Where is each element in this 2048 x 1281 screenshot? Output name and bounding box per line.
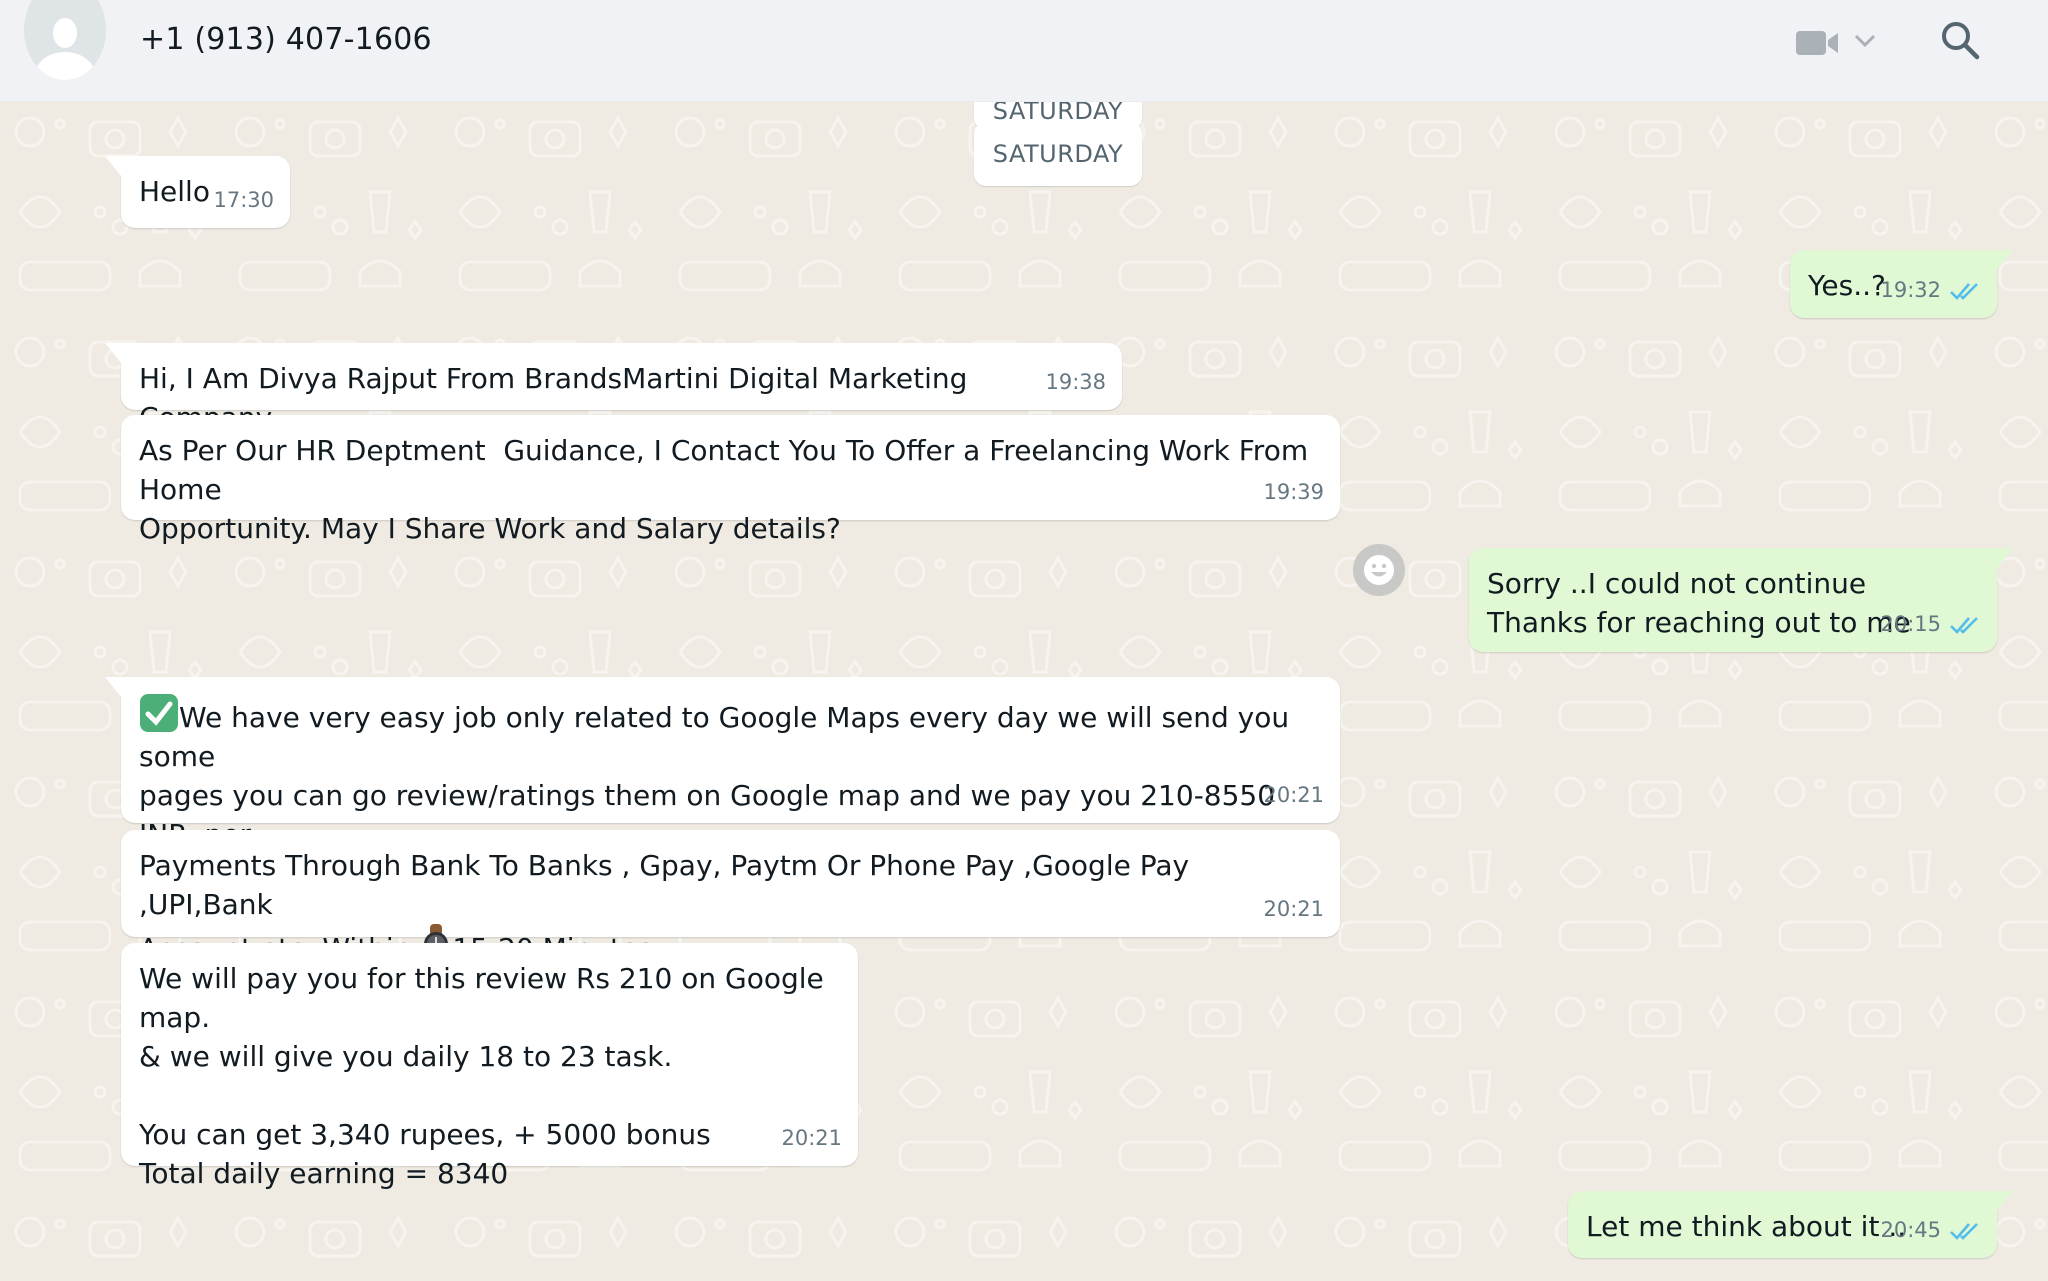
bubble-tail [1997, 250, 2013, 270]
chat-message-area[interactable]: SATURDAY SATURDAY Hello 17:30 Yes..? 19:… [0, 102, 2048, 1281]
message-time: 19:32 [1880, 278, 1941, 302]
message-text: Hello [139, 175, 210, 208]
emoji-smiley-icon [1364, 555, 1394, 585]
bubble-tail [1997, 1191, 2013, 1211]
double-check-read-icon [1950, 616, 1978, 634]
incoming-message[interactable]: Hi, I Am Divya Rajput From BrandsMartini… [105, 343, 1122, 434]
bubble-tail [105, 156, 121, 176]
message-time: 20:45 [1880, 1218, 1941, 1242]
contact-name[interactable]: +1 (913) 407-1606 [140, 22, 432, 57]
incoming-message[interactable]: We will pay you for this review Rs 210 o… [121, 943, 858, 1190]
double-check-read-icon [1950, 282, 1978, 300]
incoming-message[interactable]: Hello 17:30 [105, 156, 290, 228]
check-mark-button-icon [140, 694, 178, 732]
message-time: 20:15 [1880, 612, 1941, 636]
chat-header: +1 (913) 407-1606 [0, 0, 2048, 102]
react-emoji-button[interactable] [1353, 544, 1405, 596]
outgoing-message[interactable]: Yes..? 19:32 [1790, 250, 2013, 318]
message-time: 20:21 [1263, 783, 1324, 807]
incoming-message[interactable]: Payments Through Bank To Banks , Gpay, P… [121, 830, 1340, 965]
incoming-message[interactable]: We have very easy job only related to Go… [105, 677, 1340, 890]
message-text: Sorry ..I could not continue Thanks for … [1487, 567, 1911, 639]
message-time: 19:38 [1045, 370, 1106, 394]
message-time: 20:21 [781, 1126, 842, 1150]
video-call-button[interactable] [1796, 26, 1876, 56]
message-text: Yes..? [1808, 269, 1886, 302]
message-time: 17:30 [213, 188, 274, 212]
outgoing-message[interactable]: Let me think about it .. 20:45 [1568, 1191, 2013, 1258]
message-time: 19:39 [1263, 480, 1324, 504]
double-check-read-icon [1950, 1222, 1978, 1240]
incoming-message[interactable]: As Per Our HR Deptment Guidance, I Conta… [121, 415, 1340, 545]
video-camera-icon [1796, 31, 1838, 55]
bubble-tail [1997, 548, 2013, 568]
message-text: We will pay you for this review Rs 210 o… [139, 962, 824, 1190]
chevron-down-icon[interactable] [1854, 34, 1876, 48]
contact-avatar[interactable] [24, 0, 106, 80]
bubble-tail [105, 677, 121, 697]
message-time: 20:21 [1263, 897, 1324, 921]
message-text: Let me think about it .. [1586, 1210, 1907, 1243]
bubble-tail [105, 343, 121, 363]
outgoing-message[interactable]: Sorry ..I could not continue Thanks for … [1469, 548, 2013, 652]
search-icon [1942, 22, 1980, 60]
date-badge: SATURDAY [974, 122, 1142, 186]
default-avatar-icon [53, 18, 77, 48]
search-button[interactable] [1940, 20, 1982, 62]
